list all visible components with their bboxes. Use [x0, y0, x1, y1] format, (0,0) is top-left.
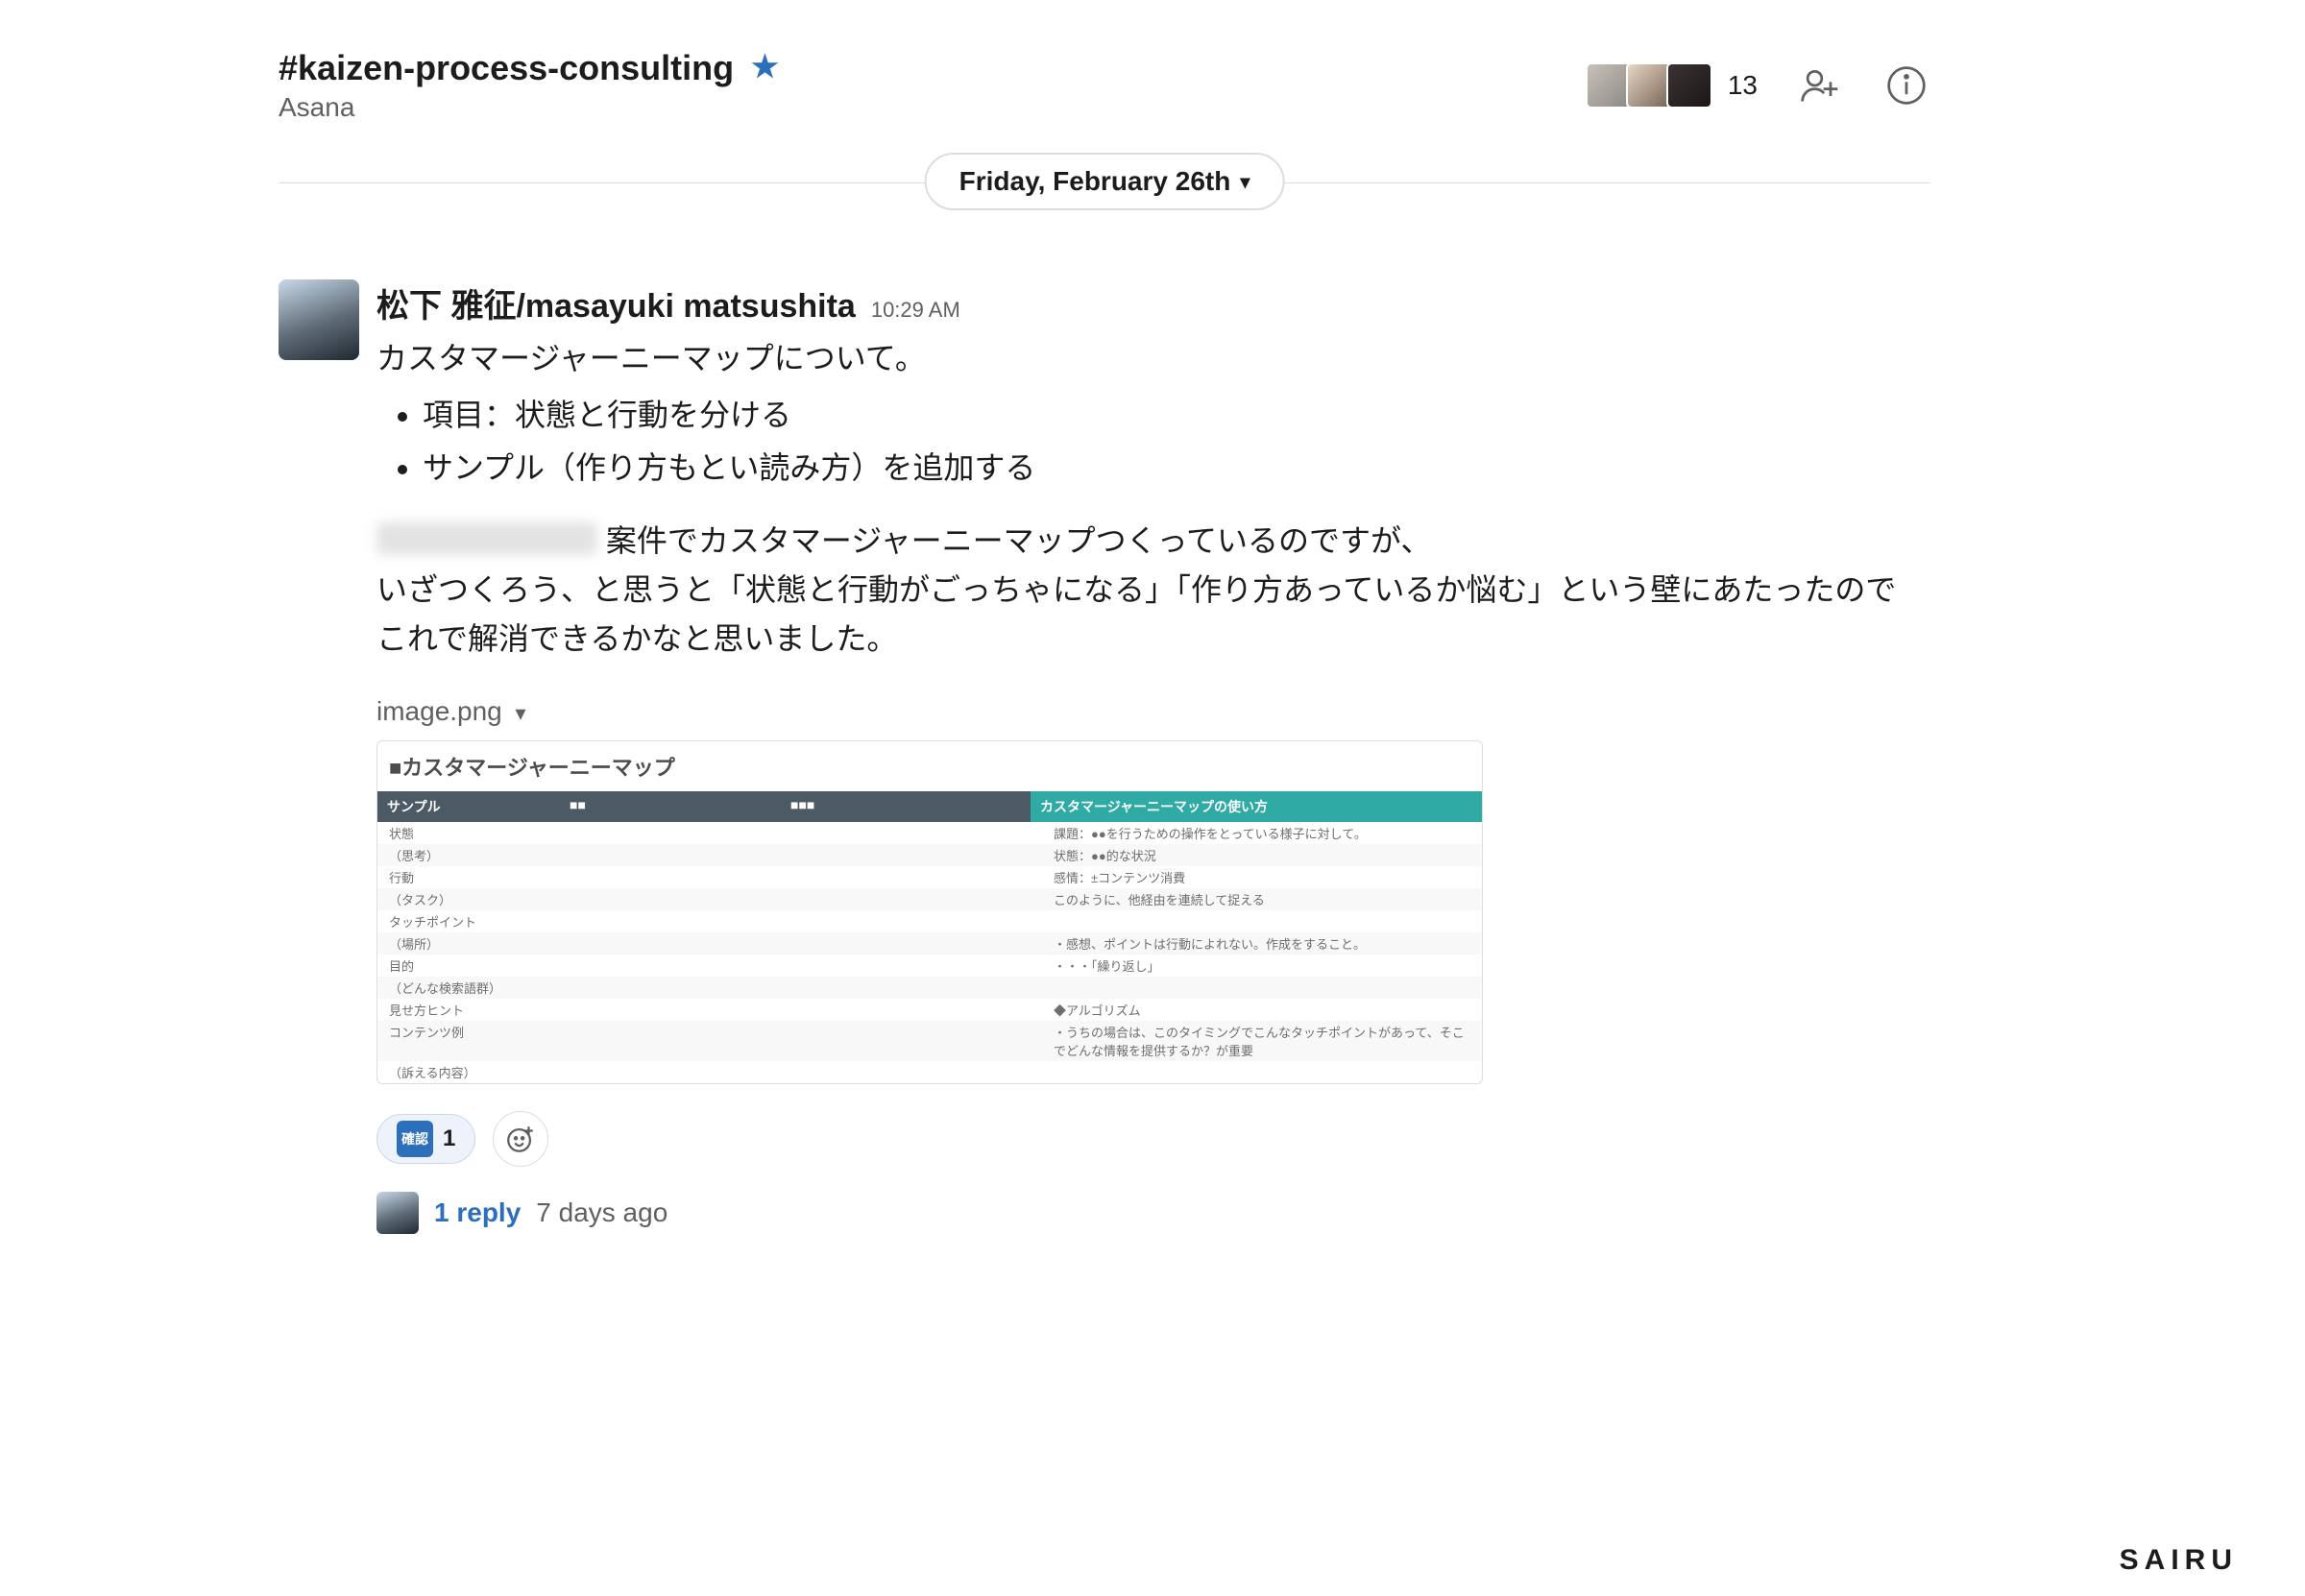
channel-name[interactable]: #kaizen-process-consulting ★: [279, 48, 779, 88]
message-bullet-1: 項目：状態と行動を分ける: [423, 391, 1930, 440]
channel-topic[interactable]: Asana: [279, 92, 779, 123]
date-label: Friday, February 26th: [959, 166, 1231, 197]
message-para-3: これで解消できるかなと思いました。: [376, 615, 1930, 664]
redacted-text: [376, 522, 597, 555]
message-bullet-2: サンプル（作り方もとい読み方）を追加する: [423, 444, 1930, 493]
caret-down-icon: ▾: [516, 701, 526, 725]
add-reaction-button[interactable]: [493, 1111, 548, 1167]
member-avatar-3: [1666, 62, 1712, 109]
channel-header: #kaizen-process-consulting ★ Asana 13: [279, 48, 1930, 123]
attachment-row: （タスク）このように、他経由を連続して捉える: [377, 888, 1482, 910]
attachment-row: （思考）状態：●●的な状況: [377, 844, 1482, 866]
sender-name[interactable]: 松下 雅征/masayuki matsushita: [376, 279, 856, 326]
attachment-title: ■カスタマージャーニーマップ: [377, 741, 1482, 791]
thread-avatar: [376, 1192, 419, 1234]
date-divider: Friday, February 26th ▾: [279, 182, 1930, 251]
attachment-row: コンテンツ例・うちの場合は、このタイミングでこんなタッチポイントがあって、そこで…: [377, 1021, 1482, 1061]
channel-name-text: #kaizen-process-consulting: [279, 48, 734, 87]
message-para-2: いざつくろう、と思うと「状態と行動がごっちゃになる」「作り方あっているか悩む」と…: [376, 566, 1930, 615]
member-avatar-1: [1586, 62, 1632, 109]
attachment-row: 状態課題：●●を行うための操作をとっている様子に対して。: [377, 822, 1482, 844]
thread-reply-count: 1 reply: [434, 1197, 521, 1228]
attachment-row: 目的・・・「繰り返し」: [377, 955, 1482, 977]
message: 松下 雅征/masayuki matsushita 10:29 AM カスタマー…: [279, 279, 1930, 1234]
member-avatar-2: [1626, 62, 1672, 109]
kakunin-emoji-icon: 確認: [397, 1121, 433, 1157]
chevron-down-icon: ▾: [1240, 170, 1250, 194]
star-icon[interactable]: ★: [751, 49, 779, 84]
message-text: カスタマージャーニーマップについて。 項目：状態と行動を分ける サンプル（作り方…: [376, 334, 1930, 664]
attachment-row: 行動感情：±コンテンツ消費: [377, 866, 1482, 888]
message-para-1: 案件でカスタマージャーニーマップつくっているのですが、: [606, 523, 1432, 558]
reaction-kakunin[interactable]: 確認 1: [376, 1114, 475, 1164]
attachment-row: （どんな検索語群）: [377, 977, 1482, 999]
info-icon[interactable]: [1882, 61, 1930, 109]
attachment-row: タッチポイント: [377, 910, 1482, 932]
date-chip[interactable]: Friday, February 26th ▾: [925, 153, 1285, 210]
brand-logo: SAIRU: [2120, 1544, 2238, 1577]
reaction-count: 1: [443, 1125, 455, 1152]
thread-summary[interactable]: 1 reply 7 days ago: [376, 1192, 1930, 1234]
attachment-filename[interactable]: image.png ▾: [376, 696, 1930, 727]
member-count: 13: [1728, 70, 1758, 101]
thread-last-reply-time: 7 days ago: [536, 1197, 667, 1228]
member-avatars[interactable]: 13: [1591, 62, 1758, 109]
add-people-icon[interactable]: [1796, 61, 1844, 109]
attachment-row: （場所）・感想、ポイントは行動によれない。作成をすること。: [377, 932, 1482, 955]
sender-avatar[interactable]: [279, 279, 359, 360]
attachment-row: （訴える内容）: [377, 1061, 1482, 1083]
attachment-preview[interactable]: ■カスタマージャーニーマップ サンプル ■■ ■■■ カスタマージャーニーマップ…: [376, 740, 1483, 1084]
attachment-row: 見せ方ヒント◆アルゴリズム: [377, 999, 1482, 1021]
message-line-intro: カスタマージャーニーマップについて。: [376, 334, 1930, 383]
attachment-table-header: サンプル ■■ ■■■ カスタマージャーニーマップの使い方: [377, 791, 1482, 822]
message-time[interactable]: 10:29 AM: [871, 298, 960, 323]
